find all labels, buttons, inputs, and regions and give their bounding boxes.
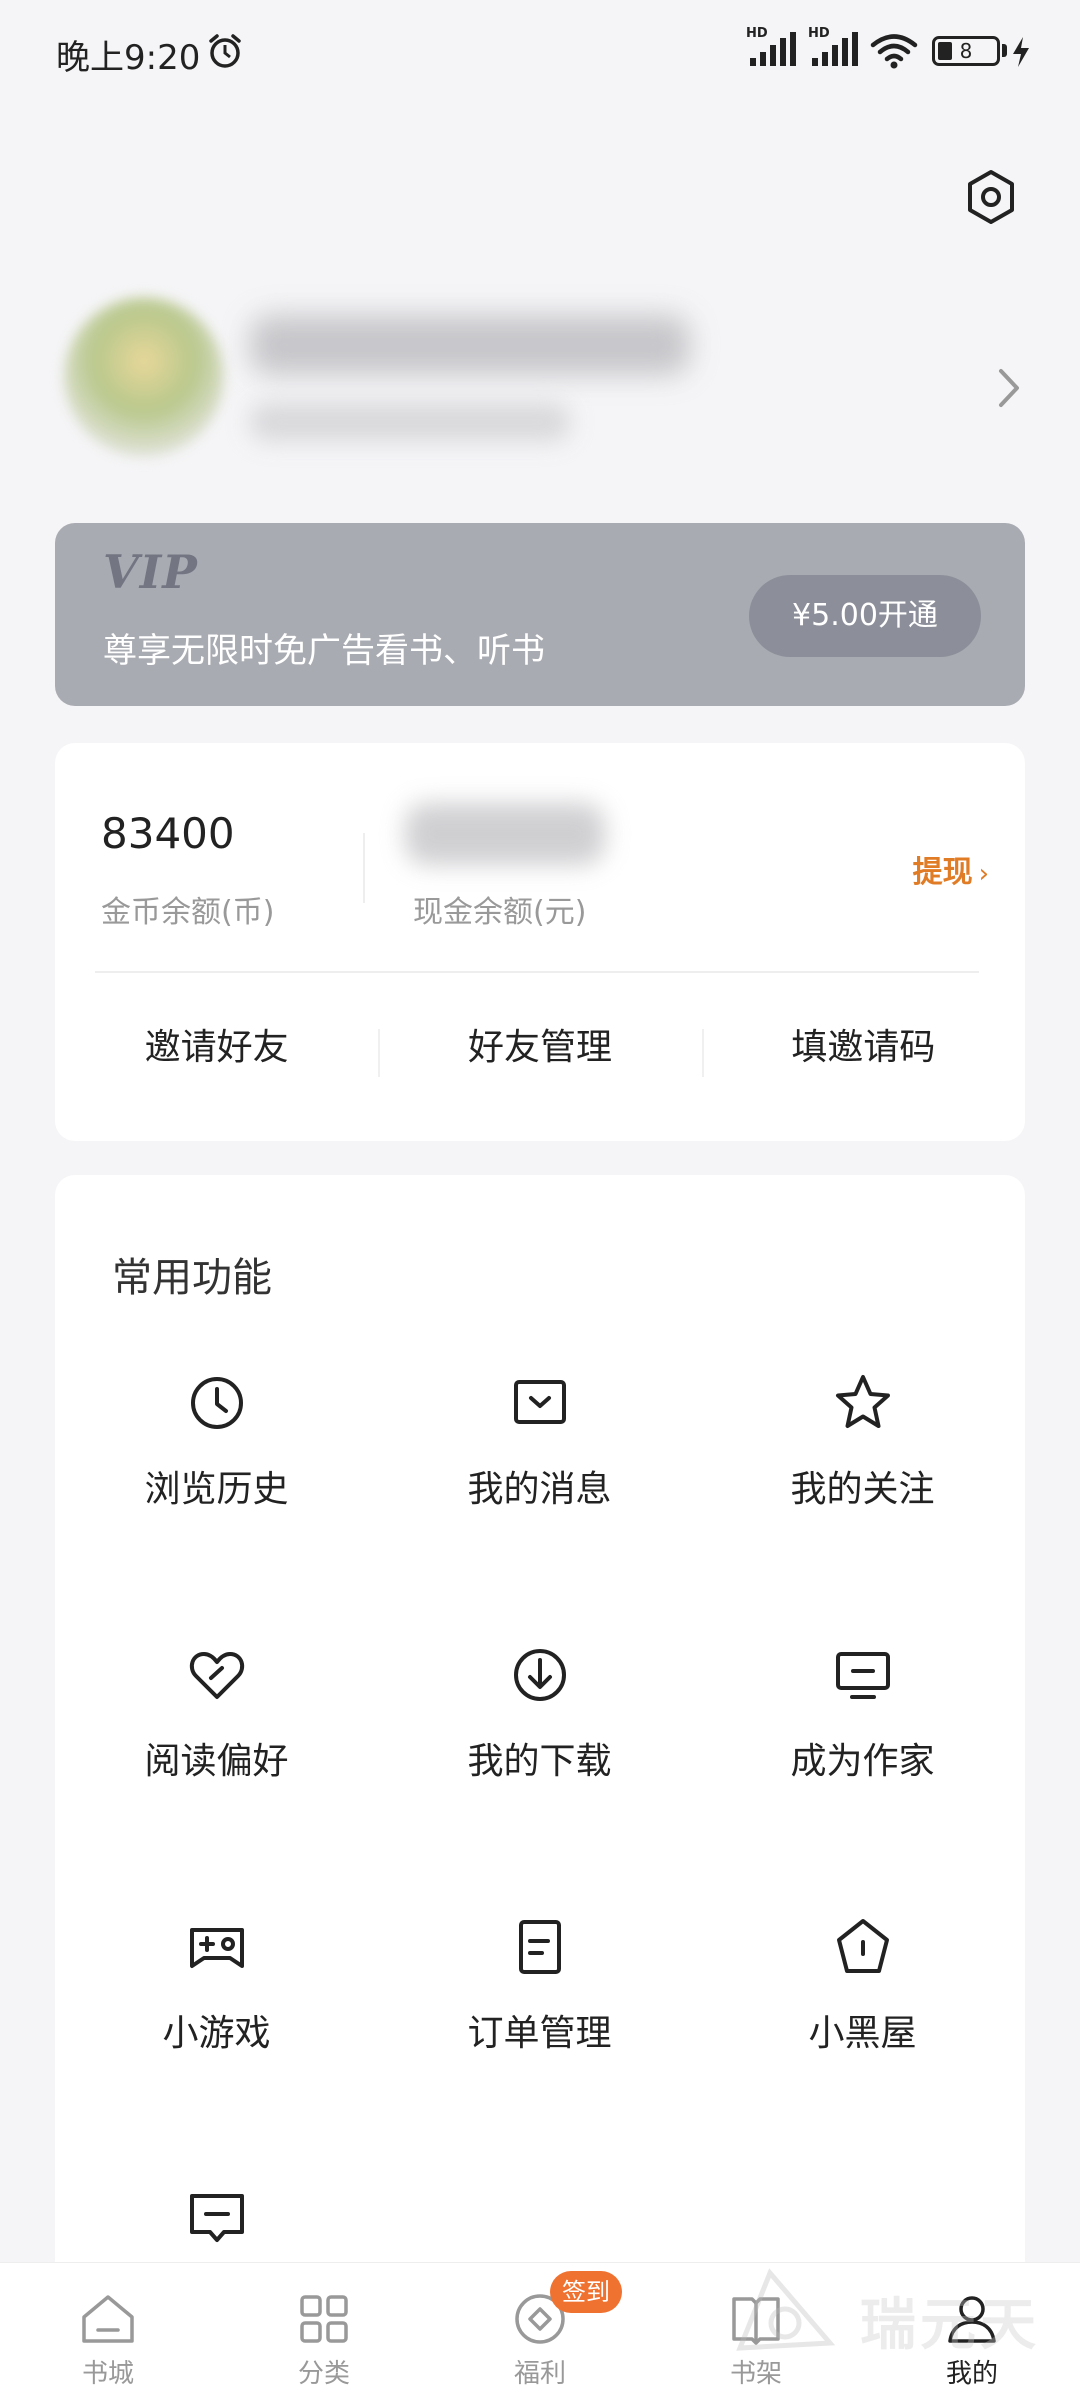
vip-activate-button[interactable]: ¥5.00开通 (749, 575, 981, 657)
check-in-badge[interactable]: 签到 (550, 2271, 622, 2313)
settings-icon[interactable] (962, 168, 1020, 226)
coin-balance-label: 金币余额(币) (101, 895, 275, 930)
function-blacklist[interactable]: 小黑屋 (701, 1914, 1024, 2056)
download-icon (513, 1649, 566, 1701)
profile-name (250, 315, 690, 375)
function-label: 阅读偏好 (144, 1741, 289, 1782)
status-bar: 晚上9:20 HD HD 8 (0, 0, 1080, 100)
profile-header[interactable] (50, 285, 1050, 485)
tab-label: 书城 (81, 2359, 134, 2389)
function-my-messages[interactable]: 我的消息 (378, 1370, 701, 1512)
vip-title: VIP (103, 545, 198, 599)
battery-level-text: 8 (959, 39, 973, 63)
avatar[interactable] (64, 297, 224, 457)
tab-label: 分类 (297, 2359, 350, 2389)
function-my-downloads[interactable]: 我的下载 (378, 1642, 701, 1784)
wifi-icon (870, 34, 918, 69)
function-my-follows[interactable]: 我的关注 (701, 1370, 1024, 1512)
enter-invite-code-button[interactable]: 填邀请码 (701, 973, 1025, 1141)
function-label: 我的关注 (790, 1469, 935, 1510)
function-label: 成为作家 (790, 1741, 935, 1782)
tab-label: 福利 (513, 2359, 566, 2389)
profile-subtitle (250, 403, 570, 441)
function-label: 我的下载 (467, 1741, 612, 1782)
function-order-management[interactable]: 订单管理 (378, 1914, 701, 2056)
star-icon (835, 1375, 890, 1428)
wallet-card: 83400 金币余额(币) 现金余额(元) 提现 › 邀请好友 好友管理 填邀请码 (55, 743, 1025, 1141)
document-icon (518, 1920, 561, 1974)
clock-icon (190, 1377, 243, 1429)
function-label: 小黑屋 (808, 2013, 917, 2054)
common-functions-title: 常用功能 (112, 1255, 272, 1301)
wallet-actions: 邀请好友 好友管理 填邀请码 (55, 973, 1025, 1141)
vip-description: 尊享无限时免广告看书、听书 (103, 631, 545, 671)
feedback-icon (189, 2194, 244, 2242)
manage-friends-button[interactable]: 好友管理 (378, 973, 701, 1141)
withdraw-label: 提现 (912, 855, 973, 890)
house-icon (836, 1919, 889, 1973)
function-reading-preference[interactable]: 阅读偏好 (55, 1642, 378, 1784)
heart-check-icon (189, 1652, 244, 1699)
invite-friends-button[interactable]: 邀请好友 (55, 973, 378, 1141)
tab-welfare[interactable]: 福利 签到 (432, 2263, 648, 2400)
gamepad-icon (189, 1928, 244, 1968)
function-label: 我的消息 (467, 1469, 612, 1510)
tab-bookstore[interactable]: 书城 (0, 2263, 216, 2400)
watermark: 瑞元天 (730, 2258, 1060, 2368)
common-functions-card: 常用功能 浏览历史 我的消息 我的关注 阅读偏好 我的下载 成为作家 小游戏 订… (55, 1175, 1025, 2275)
grid-icon (300, 2295, 348, 2343)
function-label: 小游戏 (162, 2013, 271, 2054)
cash-balance-value[interactable] (405, 803, 605, 865)
tab-category[interactable]: 分类 (216, 2263, 432, 2400)
chevron-right-icon[interactable] (990, 363, 1028, 413)
cash-balance-label: 现金余额(元) (413, 895, 587, 930)
battery-icon: 8 (932, 36, 1000, 66)
coin-balance-value[interactable]: 83400 (101, 809, 235, 858)
status-time: 晚上9:20 (56, 38, 201, 78)
withdraw-link[interactable]: 提现 › (913, 847, 989, 891)
message-box-icon (513, 1380, 566, 1424)
function-label: 订单管理 (467, 2013, 612, 2054)
function-become-writer[interactable]: 成为作家 (701, 1642, 1024, 1784)
chevron-right-small-icon: › (978, 859, 989, 889)
watermark-text: 瑞元天 (860, 2293, 1040, 2358)
watermark-logo-icon (736, 2268, 836, 2351)
cell-signal-2-icon: HD (808, 26, 860, 70)
vip-banner[interactable]: VIP 尊享无限时免广告看书、听书 ¥5.00开通 (55, 523, 1025, 706)
function-mini-games[interactable]: 小游戏 (55, 1914, 378, 2056)
wallet-divider (363, 833, 365, 903)
function-browse-history[interactable]: 浏览历史 (55, 1370, 378, 1512)
alarm-icon (209, 34, 241, 68)
charging-icon (1013, 37, 1029, 67)
cell-signal-1-icon: HD (746, 26, 798, 70)
battery-cap (1002, 44, 1007, 57)
function-label: 浏览历史 (144, 1469, 289, 1510)
home-icon (82, 2295, 134, 2343)
monitor-icon (835, 1652, 890, 1699)
